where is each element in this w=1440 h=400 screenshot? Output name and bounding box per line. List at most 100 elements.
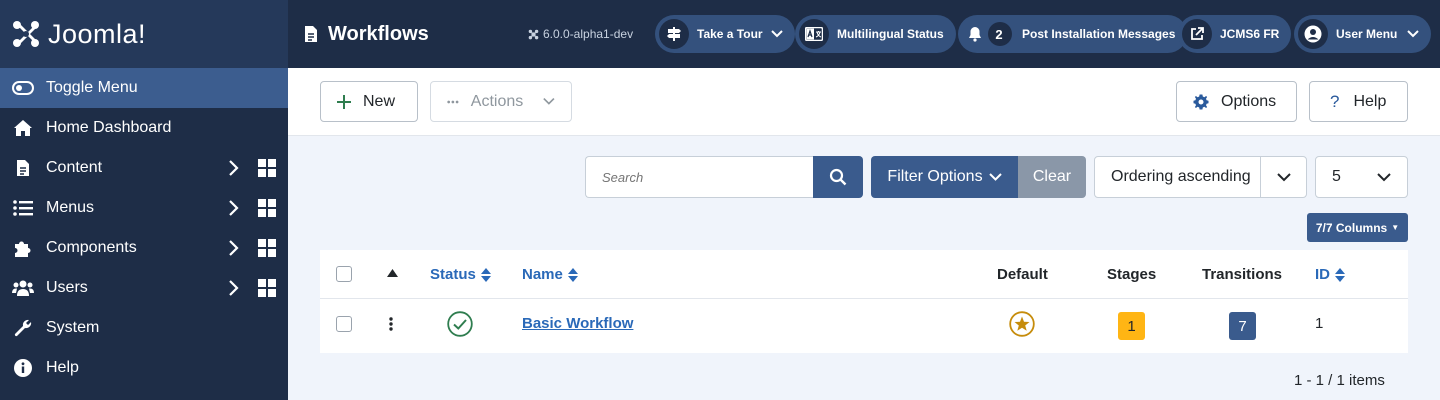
sidebar-item-label: Menus: [46, 199, 95, 216]
puzzle-icon: [12, 237, 34, 259]
bell-icon: [962, 19, 982, 49]
sidebar-item-label: Toggle Menu: [46, 79, 138, 96]
new-button[interactable]: New: [320, 81, 418, 122]
take-a-tour-button[interactable]: Take a Tour: [655, 15, 795, 53]
sidebar-item-home-dashboard[interactable]: Home Dashboard: [0, 108, 288, 148]
help-button[interactable]: ? Help: [1309, 81, 1408, 122]
sidebar-item-label: Users: [46, 279, 88, 296]
column-header-stages: Stages: [1107, 266, 1157, 283]
sort-icon: [1335, 267, 1345, 282]
column-header-name[interactable]: Name: [522, 266, 578, 283]
clear-button[interactable]: Clear: [1018, 156, 1086, 198]
sidebar-item-content[interactable]: Content: [0, 148, 288, 188]
sidebar-item-components[interactable]: Components: [0, 228, 288, 268]
page-title: Workflows: [304, 23, 429, 46]
sidebar-item-label: Components: [46, 239, 137, 256]
row-checkbox[interactable]: [336, 316, 352, 332]
joomla-small-icon: [528, 29, 539, 39]
stages-count-badge[interactable]: 1: [1118, 312, 1145, 340]
header: Workflows 6.0.0-alpha1-dev Take a Tour M…: [288, 0, 1440, 68]
chevron-down-icon: [988, 173, 1002, 181]
version-info: 6.0.0-alpha1-dev: [528, 27, 633, 41]
user-icon: [1298, 19, 1328, 49]
post-installation-messages-button[interactable]: 2 Post Installation Messages: [958, 15, 1188, 53]
drag-handle-icon[interactable]: [389, 317, 393, 331]
default-star-icon: [1009, 311, 1035, 337]
chevron-down-icon: [1260, 157, 1306, 197]
column-header-id[interactable]: ID: [1315, 266, 1345, 283]
sidebar-item-system[interactable]: System: [0, 308, 288, 348]
workflows-table: Status Name Default Stages Transitions I…: [320, 250, 1408, 353]
column-header-status[interactable]: Status: [430, 266, 491, 283]
ordering-select[interactable]: Ordering ascending: [1094, 156, 1307, 198]
search-button[interactable]: [813, 156, 863, 198]
search-icon: [829, 168, 847, 186]
chevron-right-icon[interactable]: [224, 199, 242, 217]
table-header: Status Name Default Stages Transitions I…: [320, 250, 1408, 299]
sidebar-item-label: System: [46, 319, 100, 336]
sidebar-item-label: Content: [46, 159, 103, 176]
file-icon: [305, 26, 317, 42]
select-all-checkbox[interactable]: [336, 266, 352, 282]
published-check-icon[interactable]: [447, 311, 473, 337]
column-header-default: Default: [997, 266, 1048, 283]
wrench-icon: [12, 317, 34, 339]
toggle-icon: [12, 77, 34, 99]
external-link-icon: [1182, 19, 1212, 49]
sort-icon: [567, 267, 578, 282]
sort-icon: [480, 267, 491, 282]
chevron-down-icon: [1407, 30, 1420, 38]
chevron-right-icon[interactable]: [224, 159, 242, 177]
sidebar-item-users[interactable]: Users: [0, 268, 288, 308]
view-site-button[interactable]: JCMS6 FR: [1178, 15, 1292, 53]
pagination-summary: 1 - 1 / 1 items: [1294, 372, 1385, 389]
transitions-count-badge[interactable]: 7: [1229, 312, 1256, 340]
search-input[interactable]: [585, 156, 814, 198]
dashboard-grid-icon[interactable]: [258, 159, 276, 177]
user-menu-button[interactable]: User Menu: [1294, 15, 1432, 53]
sidebar-item-label: Home Dashboard: [46, 119, 172, 136]
sidebar-item-toggle-menu[interactable]: Toggle Menu: [0, 68, 288, 108]
joomla-logo-icon: [13, 21, 39, 47]
list-limit-select[interactable]: 5: [1315, 156, 1408, 198]
column-header-transitions: Transitions: [1202, 266, 1283, 283]
chevron-right-icon[interactable]: [224, 279, 242, 297]
options-button[interactable]: Options: [1176, 81, 1297, 122]
list-icon: [12, 197, 34, 219]
filter-options-button[interactable]: Filter Options: [871, 156, 1018, 198]
chevron-down-icon: [770, 30, 783, 38]
plus-icon: [337, 94, 351, 109]
users-icon: [12, 277, 34, 299]
info-icon: [12, 357, 34, 379]
sort-ordering-icon[interactable]: [387, 269, 398, 277]
dashboard-grid-icon[interactable]: [258, 279, 276, 297]
notification-count-badge: 2: [988, 22, 1012, 46]
dashboard-grid-icon[interactable]: [258, 199, 276, 217]
ellipsis-icon: [447, 100, 459, 103]
page-title-text: Workflows: [328, 22, 429, 45]
home-icon: [12, 117, 34, 139]
columns-toggle-button[interactable]: 7/7 Columns ▼: [1307, 213, 1408, 242]
joomla-logo[interactable]: Joomla!: [0, 0, 288, 68]
caret-down-icon: ▼: [1391, 223, 1400, 232]
language-icon: [799, 19, 829, 49]
brand-name: Joomla!: [48, 18, 147, 49]
dashboard-grid-icon[interactable]: [258, 239, 276, 257]
file-icon: [12, 157, 34, 179]
multilingual-status-button[interactable]: Multilingual Status: [795, 15, 956, 53]
sidebar-item-menus[interactable]: Menus: [0, 188, 288, 228]
workflow-id: 1: [1315, 315, 1324, 332]
toolbar: New Actions Options ? Help: [288, 68, 1440, 136]
sidebar-item-label: Help: [46, 359, 79, 376]
chevron-right-icon[interactable]: [224, 239, 242, 257]
workflow-name-link[interactable]: Basic Workflow: [522, 315, 633, 332]
signpost-icon: [659, 19, 689, 49]
table-row: Basic Workflow 1 7 1: [320, 299, 1408, 353]
sidebar: Joomla! Toggle Menu Home Dashboard Conte…: [0, 0, 288, 400]
chevron-down-icon: [1361, 157, 1407, 197]
chevron-down-icon: [543, 97, 555, 105]
sidebar-item-help[interactable]: Help: [0, 348, 288, 388]
question-icon: ?: [1330, 91, 1340, 111]
actions-dropdown-button[interactable]: Actions: [430, 81, 572, 122]
gear-icon: [1193, 94, 1209, 109]
